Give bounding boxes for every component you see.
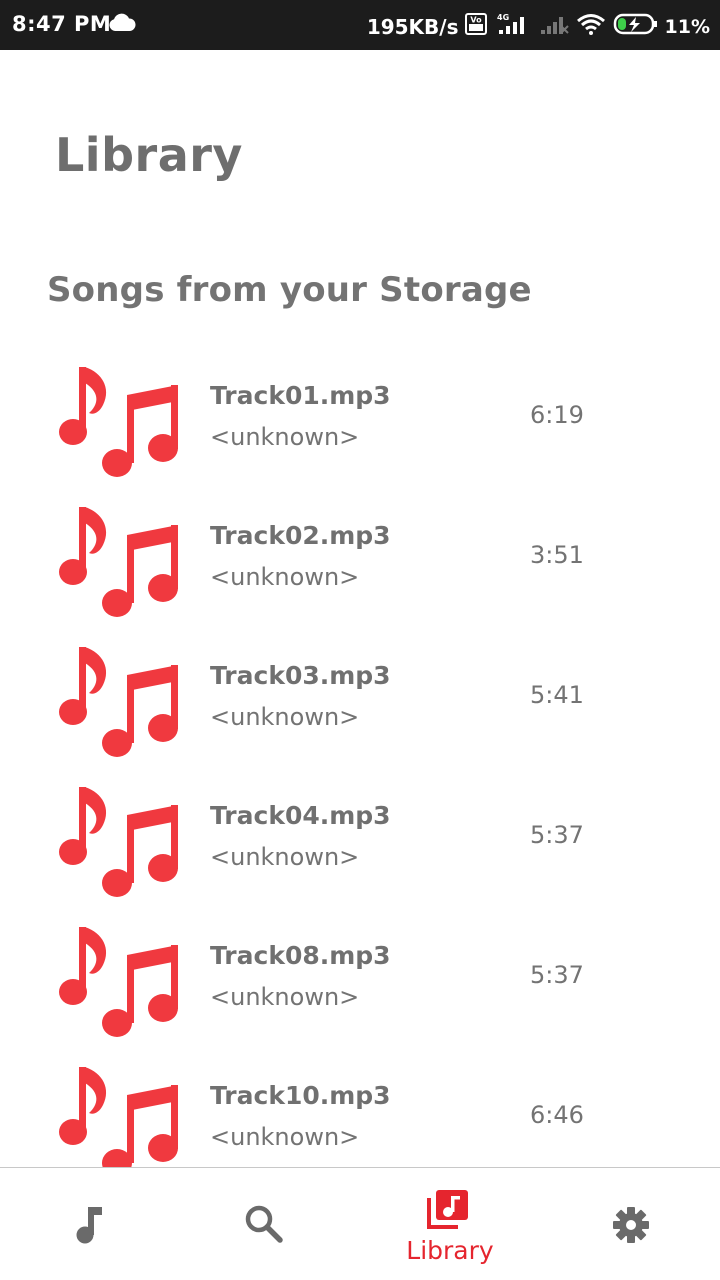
song-duration: 3:51 <box>530 541 584 569</box>
song-artist: <unknown> <box>210 983 360 1011</box>
status-bar: 8:47 PM 195KB/s Vo 4G 11% <box>0 0 720 50</box>
song-title: Track10.mp3 <box>210 1081 391 1110</box>
status-right: 195KB/s Vo 4G 11% <box>367 12 710 41</box>
status-time: 8:47 PM <box>12 12 112 36</box>
music-notes-icon <box>59 507 178 617</box>
list-item[interactable]: Track08.mp3 <unknown> 5:37 <box>0 905 720 1045</box>
volte-icon: Vo <box>464 13 487 40</box>
list-item[interactable]: Track02.mp3 <unknown> 3:51 <box>0 485 720 625</box>
svg-text:4G: 4G <box>497 13 509 22</box>
music-notes-icon <box>59 367 178 477</box>
song-duration: 6:19 <box>530 401 584 429</box>
song-artist: <unknown> <box>210 563 360 591</box>
list-item[interactable]: Track04.mp3 <unknown> 5:37 <box>0 765 720 905</box>
song-artist: <unknown> <box>210 1123 360 1151</box>
song-artist: <unknown> <box>210 703 360 731</box>
nav-item-library[interactable]: Library <box>360 1168 540 1280</box>
song-artist: <unknown> <box>210 843 360 871</box>
section-title: Songs from your Storage <box>47 270 532 310</box>
music-notes-icon <box>59 787 178 897</box>
wifi-icon <box>575 12 607 41</box>
song-duration: 5:41 <box>530 681 584 709</box>
list-item[interactable]: Track01.mp3 <unknown> 6:19 <box>0 345 720 485</box>
song-duration: 6:46 <box>530 1101 584 1129</box>
battery-percent: 11% <box>664 15 710 38</box>
song-title: Track02.mp3 <box>210 521 391 550</box>
battery-charging-icon <box>613 12 659 41</box>
song-list[interactable]: Track01.mp3 <unknown> 6:19 Track02.mp3 <… <box>0 345 720 1167</box>
song-duration: 5:37 <box>530 821 584 849</box>
song-title: Track03.mp3 <box>210 661 391 690</box>
nav-label-library: Library <box>406 1236 494 1265</box>
signal-4g-icon: 4G <box>493 12 533 41</box>
bottom-nav: Library <box>0 1167 720 1280</box>
song-title: Track08.mp3 <box>210 941 391 970</box>
search-icon <box>245 1205 283 1243</box>
library-icon <box>427 1190 468 1229</box>
list-item[interactable]: Track03.mp3 <unknown> 5:41 <box>0 625 720 765</box>
music-note-icon <box>76 1207 102 1244</box>
list-item[interactable]: Track10.mp3 <unknown> 6:46 <box>0 1045 720 1167</box>
signal-icon <box>539 12 569 41</box>
song-artist: <unknown> <box>210 423 360 451</box>
svg-text:Vo: Vo <box>470 16 482 25</box>
nav-item-settings[interactable] <box>540 1168 720 1280</box>
nav-item-music[interactable] <box>0 1168 180 1280</box>
song-title: Track04.mp3 <box>210 801 391 830</box>
music-notes-icon <box>59 647 178 757</box>
song-duration: 5:37 <box>530 961 584 989</box>
music-notes-icon <box>59 1067 178 1167</box>
page-title: Library <box>55 128 243 182</box>
gear-icon <box>613 1207 649 1243</box>
cloud-icon <box>108 13 136 38</box>
music-notes-icon <box>59 927 178 1037</box>
network-speed: 195KB/s <box>366 14 459 39</box>
nav-item-search[interactable] <box>180 1168 360 1280</box>
song-title: Track01.mp3 <box>210 381 391 410</box>
